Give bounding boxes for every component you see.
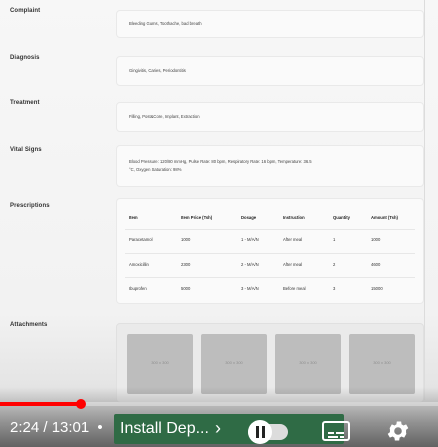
treatment-label: Treatment <box>10 100 40 106</box>
cell-quantity: 2 <box>333 262 336 267</box>
subtitles-icon[interactable] <box>322 421 350 441</box>
diagnosis-value: Gingivitis, Caries, Periodontitis <box>129 68 186 73</box>
cell-price: 1000 <box>181 237 191 242</box>
chevron-right-icon: › <box>215 418 221 438</box>
cell-quantity: 3 <box>333 286 336 291</box>
cell-instruction: After meal <box>283 237 303 242</box>
thumbnail-caption: 300 x 300 <box>225 360 243 365</box>
cell-amount: 1000 <box>371 237 381 242</box>
column-header: Amount (Tsh) <box>371 215 398 220</box>
table-header-row: Item Item Price (Tsh) Dosage Instruction… <box>117 215 423 227</box>
treatment-value: Filling, Post&Core, Implant, Extraction <box>129 114 200 119</box>
cell-amount: 4600 <box>371 262 381 267</box>
cell-instruction: After meal <box>283 262 303 267</box>
cell-amount: 15000 <box>371 286 383 291</box>
table-row: Paracetamol 1000 1 - M/A/N After meal 1 … <box>117 237 423 249</box>
vitals-label: Vital Signs <box>10 147 42 153</box>
pause-icon <box>256 426 266 438</box>
vitals-value-line2: °C, Oxygen Saturation: 98% <box>129 167 182 172</box>
column-header: Item Price (Tsh) <box>181 215 213 220</box>
time-separator: • <box>97 419 103 436</box>
attachment-thumbnail[interactable]: 300 x 300 <box>275 334 341 394</box>
column-header: Item <box>129 215 138 220</box>
settings-gear-icon[interactable] <box>385 418 411 444</box>
table-row: Ibuprofen 5000 3 - M/A/N Before meal 3 1… <box>117 286 423 298</box>
treatment-field: Filling, Post&Core, Implant, Extraction <box>116 102 424 132</box>
complaint-field: Bleeding Gums, Toothache, bad breath <box>116 10 424 38</box>
complaint-label: Complaint <box>10 8 41 14</box>
attachments-label: Attachments <box>10 322 48 328</box>
chapter-title: Install Dep... <box>120 420 209 437</box>
cell-dosage: 2 - M/A/N <box>241 262 259 267</box>
video-frame[interactable]: Complaint Bleeding Gums, Toothache, bad … <box>0 0 438 447</box>
vitals-field: Blood Pressure: 120/80 mmHg, Pulse Rate:… <box>116 145 424 187</box>
column-header: Dosage <box>241 215 257 220</box>
attachment-thumbnail[interactable]: 300 x 300 <box>127 334 193 394</box>
scrubber-handle[interactable] <box>75 399 86 409</box>
attachment-thumbnail[interactable]: 300 x 300 <box>349 334 415 394</box>
prescriptions-table: Item Item Price (Tsh) Dosage Instruction… <box>116 198 424 304</box>
column-header: Instruction <box>283 215 305 220</box>
prescriptions-label: Prescriptions <box>10 203 50 209</box>
progress-played <box>0 402 81 406</box>
cell-price: 2300 <box>181 262 191 267</box>
row-divider <box>125 253 415 254</box>
column-header: Quantity <box>333 215 350 220</box>
row-divider <box>125 229 415 230</box>
player-controls: 2:24 / 13:01 • Install Dep... › <box>0 412 438 447</box>
vitals-value-line1: Blood Pressure: 120/80 mmHg, Pulse Rate:… <box>129 159 312 164</box>
cell-instruction: Before meal <box>283 286 306 291</box>
cell-item: Amoxicillin <box>129 262 149 267</box>
thumbnail-caption: 300 x 300 <box>373 360 391 365</box>
diagnosis-label: Diagnosis <box>10 55 40 61</box>
cell-quantity: 1 <box>333 237 336 242</box>
table-row: Amoxicillin 2300 2 - M/A/N After meal 2 … <box>117 262 423 274</box>
cell-price: 5000 <box>181 286 191 291</box>
diagnosis-field: Gingivitis, Caries, Periodontitis <box>116 56 424 86</box>
time-readout: 2:24 / 13:01 <box>10 419 90 436</box>
row-divider <box>125 277 415 278</box>
thumbnail-caption: 300 x 300 <box>299 360 317 365</box>
time-display: 2:24 / 13:01 • <box>10 419 103 436</box>
cell-dosage: 3 - M/A/N <box>241 286 259 291</box>
cell-item: Ibuprofen <box>129 286 147 291</box>
attachment-thumbnail[interactable]: 300 x 300 <box>201 334 267 394</box>
cell-dosage: 1 - M/A/N <box>241 237 259 242</box>
thumbnail-caption: 300 x 300 <box>151 360 169 365</box>
complaint-value: Bleeding Gums, Toothache, bad breath <box>129 21 202 26</box>
cell-item: Paracetamol <box>129 237 153 242</box>
content-divider <box>424 0 425 400</box>
